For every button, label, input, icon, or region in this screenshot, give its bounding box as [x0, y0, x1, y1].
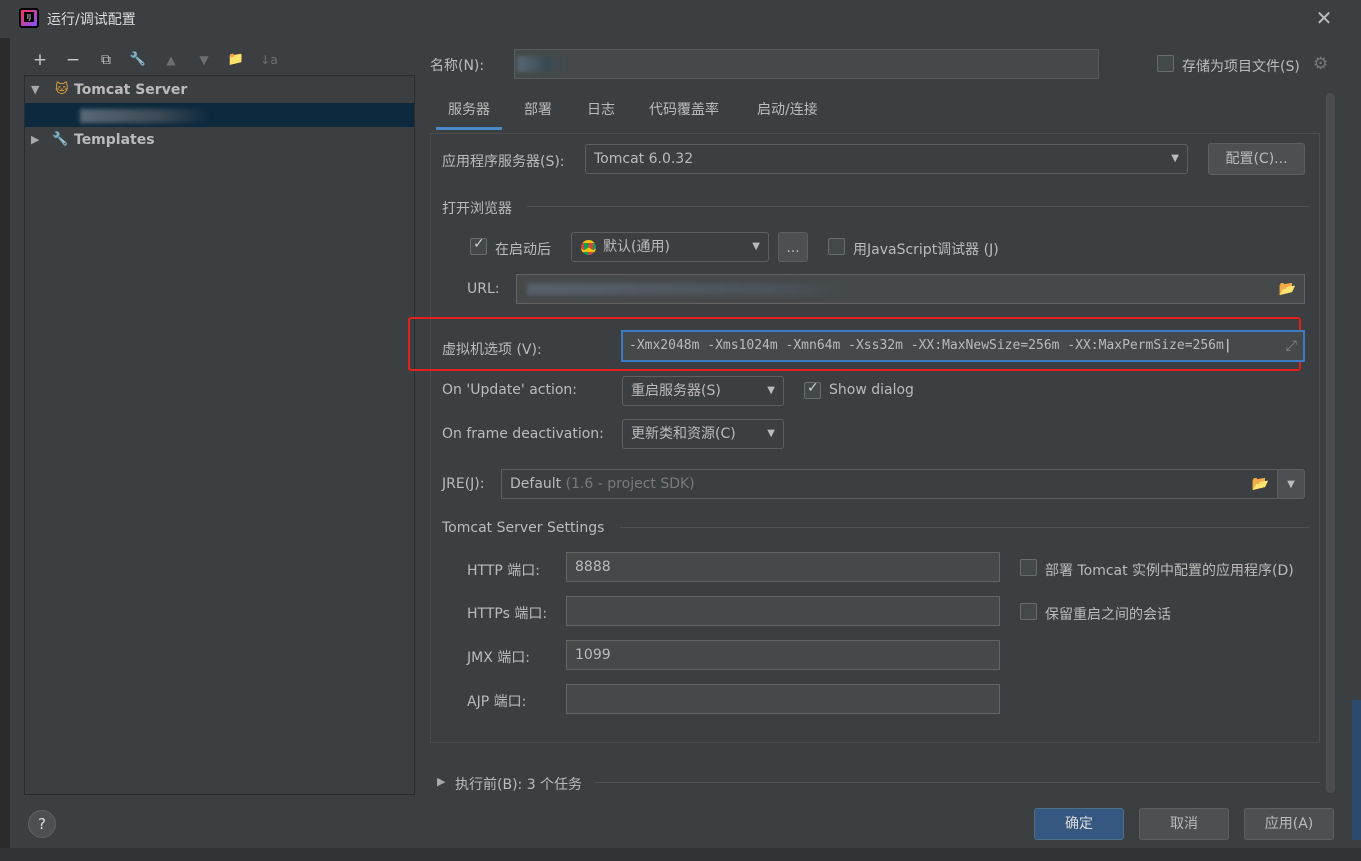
dialog-title: 运行/调试配置: [47, 12, 136, 28]
folder-icon[interactable]: 📁: [225, 49, 247, 71]
apply-button[interactable]: 应用(A): [1244, 808, 1334, 840]
text-cursor: |: [1223, 338, 1232, 353]
jre-dropdown-arrow-icon[interactable]: ▼: [1277, 469, 1305, 499]
add-configuration-button[interactable]: +: [29, 49, 51, 71]
background-editor-strip: [0, 38, 10, 861]
on-update-label: On 'Update' action:: [442, 382, 578, 398]
open-browser-label: 打开浏览器: [442, 201, 512, 217]
tab-startup-connection[interactable]: 启动/连接: [745, 96, 830, 130]
background-status-strip: [0, 848, 1361, 861]
vm-options-label: 虚拟机选项 (V):: [442, 342, 542, 358]
ajp-port-label: AJP 端口:: [467, 694, 527, 710]
store-as-project-file-label: 存储为项目文件(S): [1182, 59, 1300, 75]
section-divider: [595, 782, 1320, 783]
app-server-select[interactable]: Tomcat 6.0.32 ▼: [585, 144, 1188, 174]
url-label: URL:: [467, 281, 500, 297]
help-button[interactable]: ?: [28, 810, 56, 838]
preserve-sessions-checkbox[interactable]: [1020, 603, 1037, 620]
js-debugger-checkbox[interactable]: [828, 238, 845, 255]
before-launch-label[interactable]: 执行前(B): 3 个任务: [455, 774, 582, 794]
remove-configuration-button[interactable]: −: [62, 49, 84, 71]
cancel-button[interactable]: 取消: [1139, 808, 1229, 840]
jre-label: JRE(J):: [442, 476, 485, 492]
folder-open-icon[interactable]: 📂: [1252, 470, 1269, 498]
configure-button[interactable]: 配置(C)...: [1208, 143, 1305, 175]
jmx-port-input[interactable]: 1099: [566, 640, 1000, 670]
redacted-url: [527, 283, 847, 295]
sort-icon[interactable]: ↓a: [258, 49, 280, 71]
tree-item-templates[interactable]: ▶ 🔧 Templates: [25, 127, 414, 153]
collapse-arrow-icon[interactable]: ▶: [31, 127, 39, 153]
dropdown-arrow-icon: ▼: [767, 385, 775, 396]
chrome-icon: [581, 240, 596, 255]
after-launch-label: 在启动后: [495, 242, 551, 258]
js-debugger-label: 用JavaScript调试器 (J): [853, 242, 999, 258]
on-frame-deactivation-label: On frame deactivation:: [442, 426, 604, 442]
jre-select[interactable]: Default (1.6 - project SDK) 📂: [501, 469, 1278, 499]
https-port-input[interactable]: [566, 596, 1000, 626]
https-port-label: HTTPs 端口:: [467, 606, 548, 622]
deploy-apps-checkbox[interactable]: [1020, 559, 1037, 576]
tomcat-settings-label: Tomcat Server Settings: [442, 520, 605, 536]
copy-configuration-icon[interactable]: ⧉: [95, 49, 117, 71]
ok-button[interactable]: 确定: [1034, 808, 1124, 840]
dropdown-arrow-icon: ▼: [1171, 153, 1179, 164]
on-update-select[interactable]: 重启服务器(S) ▼: [622, 376, 784, 406]
background-editor-edge: [1352, 700, 1361, 840]
tree-item-selected-config[interactable]: [25, 103, 414, 127]
section-divider: [620, 527, 1309, 528]
store-as-project-file-checkbox[interactable]: [1157, 55, 1174, 72]
browse-browser-button[interactable]: ...: [778, 232, 808, 262]
tab-server[interactable]: 服务器: [436, 96, 502, 130]
jmx-port-label: JMX 端口:: [467, 650, 530, 666]
expand-arrow-icon[interactable]: ▶: [437, 775, 445, 788]
vertical-scrollbar[interactable]: [1326, 93, 1335, 793]
wrench-icon: 🔧: [52, 132, 69, 147]
section-divider: [527, 206, 1309, 207]
move-up-icon[interactable]: ▲: [160, 49, 182, 71]
gear-icon[interactable]: ⚙: [1313, 54, 1328, 74]
url-input[interactable]: 📂: [516, 274, 1305, 304]
preserve-sessions-label: 保留重启之间的会话: [1045, 607, 1171, 623]
redacted-config-name: [80, 109, 210, 123]
folder-open-icon[interactable]: 📂: [1279, 275, 1296, 303]
tab-code-coverage[interactable]: 代码覆盖率: [637, 96, 731, 130]
tab-logs[interactable]: 日志: [575, 96, 627, 130]
redacted-name: [517, 56, 565, 72]
on-frame-deactivation-select[interactable]: 更新类和资源(C) ▼: [622, 419, 784, 449]
configuration-tree: ▼ 🐱 Tomcat Server ▶ 🔧 Templates: [24, 75, 415, 795]
tab-deployment[interactable]: 部署: [512, 96, 564, 130]
name-label: 名称(N):: [430, 58, 485, 74]
ajp-port-input[interactable]: [566, 684, 1000, 714]
expand-arrow-icon[interactable]: ▼: [31, 77, 39, 103]
browser-select[interactable]: 默认(通用) ▼: [571, 232, 769, 262]
http-port-label: HTTP 端口:: [467, 563, 540, 579]
dropdown-arrow-icon: ▼: [767, 428, 775, 439]
vm-options-input[interactable]: -Xmx2048m -Xms1024m -Xmn64m -Xss32m -XX:…: [621, 330, 1305, 362]
show-dialog-label: Show dialog: [829, 382, 914, 398]
http-port-input[interactable]: 8888: [566, 552, 1000, 582]
tree-item-tomcat-server[interactable]: ▼ 🐱 Tomcat Server: [25, 77, 414, 103]
intellij-logo-icon: IJ: [19, 8, 39, 28]
title-bar: IJ 运行/调试配置 ✕: [0, 0, 1361, 38]
close-icon[interactable]: ✕: [1313, 7, 1335, 29]
app-server-label: 应用程序服务器(S):: [442, 154, 565, 170]
wrench-icon[interactable]: 🔧: [127, 49, 149, 71]
dropdown-arrow-icon: ▼: [752, 241, 760, 252]
show-dialog-checkbox[interactable]: [804, 380, 821, 399]
after-launch-checkbox[interactable]: [470, 236, 487, 255]
name-input[interactable]: [514, 49, 1099, 79]
deploy-apps-label: 部署 Tomcat 实例中配置的应用程序(D): [1045, 563, 1294, 579]
expand-icon[interactable]: ⤢: [1286, 332, 1297, 360]
tomcat-icon: 🐱: [55, 82, 69, 97]
move-down-icon[interactable]: ▼: [193, 49, 215, 71]
